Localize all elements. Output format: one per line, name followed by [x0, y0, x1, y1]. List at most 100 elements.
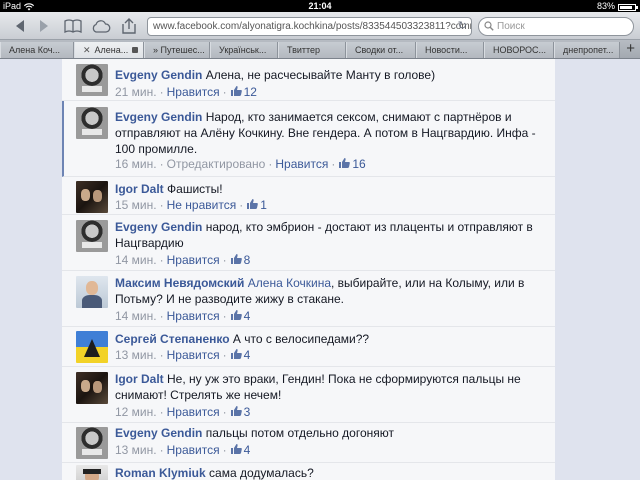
- like-link[interactable]: Нравится: [167, 348, 220, 362]
- comment-body: Roman Klymiuk сама додумалась?: [115, 465, 543, 480]
- comment-meta: 16 мин. · Отредактировано · Нравится · 16: [115, 157, 366, 171]
- tab-label: днепропет...: [563, 45, 614, 55]
- tab-8[interactable]: НОВОРОС...: [484, 42, 554, 58]
- book-icon: [64, 19, 82, 33]
- tab-6[interactable]: Сводки от...: [346, 42, 416, 58]
- lock-icon: [132, 47, 139, 53]
- close-tab-icon[interactable]: ✕: [83, 45, 91, 55]
- back-arrow-icon: [16, 20, 24, 32]
- url-field[interactable]: www.facebook.com/alyonatigra.kochkina/po…: [147, 17, 472, 36]
- avatar[interactable]: [76, 276, 108, 308]
- comment-author-link[interactable]: Максим Невядомский: [115, 276, 244, 290]
- comment-author-link[interactable]: Evgeny Gendin: [115, 220, 202, 234]
- thumbs-up-icon: [230, 444, 242, 454]
- comment: Evgeny Gendin Алена, не расчесывайте Ман…: [62, 59, 555, 101]
- status-right: 83%: [597, 0, 638, 12]
- comment: Igor Dalt Не, ну уж это враки, Гендин! П…: [62, 367, 555, 423]
- comment-time[interactable]: 16 мин.: [115, 157, 157, 171]
- tab-1[interactable]: Алена Коч...: [0, 42, 74, 58]
- likes-count[interactable]: 16: [352, 157, 365, 171]
- comment-author-link[interactable]: Evgeny Gendin: [115, 110, 202, 124]
- mention-link[interactable]: Алена Кочкина: [248, 276, 331, 290]
- comment-body: Evgeny Gendin Алена, не расчесывайте Ман…: [115, 67, 543, 83]
- avatar[interactable]: [76, 181, 108, 213]
- edited-label[interactable]: Отредактировано: [167, 157, 266, 171]
- comment: Максим Невядомский Алена Кочкина, выбира…: [62, 271, 555, 327]
- comment: Igor Dalt Фашисты! 15 мин. · Не нравится · 1: [62, 177, 555, 215]
- like-link[interactable]: Нравится: [167, 85, 220, 99]
- comment-author-link[interactable]: Evgeny Gendin: [115, 68, 202, 82]
- thumbs-up-icon: [230, 310, 242, 320]
- likes-count[interactable]: 4: [244, 309, 251, 323]
- back-button[interactable]: [10, 16, 30, 36]
- avatar[interactable]: [76, 372, 108, 404]
- avatar[interactable]: [76, 465, 108, 480]
- tab-2-active[interactable]: ✕ Алена...: [74, 42, 144, 58]
- tab-label: НОВОРОС...: [493, 45, 547, 55]
- comment-meta: 14 мин. · Нравится · 8: [115, 253, 251, 267]
- comment-body: Evgeny Gendin Народ, кто занимается секс…: [115, 109, 543, 157]
- comment-meta: 13 мин. · Нравится · 4: [115, 348, 251, 362]
- share-button[interactable]: [118, 16, 140, 36]
- comment-text: Не, ну уж это враки, Гендин! Пока не сфо…: [115, 372, 521, 402]
- bookmarks-button[interactable]: [62, 16, 84, 36]
- tab-3[interactable]: » Путешес...: [144, 42, 210, 58]
- tab-4[interactable]: Українськ...: [210, 42, 278, 58]
- likes-count[interactable]: 8: [244, 253, 251, 267]
- search-input[interactable]: Поиск: [478, 17, 634, 36]
- likes-count[interactable]: 4: [244, 348, 251, 362]
- share-icon: [122, 18, 136, 34]
- avatar[interactable]: [76, 64, 108, 96]
- like-link[interactable]: Нравится: [167, 309, 220, 323]
- comment-text: Алена, не расчесывайте Манту в голове): [205, 68, 436, 82]
- avatar[interactable]: [76, 427, 108, 459]
- tab-9[interactable]: днепропет...: [554, 42, 620, 58]
- forward-arrow-icon: [40, 20, 48, 32]
- comment-body: Evgeny Gendin пальцы потом отдельно дого…: [115, 425, 543, 441]
- avatar[interactable]: [76, 331, 108, 363]
- like-link[interactable]: Нравится: [167, 253, 220, 267]
- comment-author-link[interactable]: Сергей Степаненко: [115, 332, 230, 346]
- comment-meta: 21 мин. · Нравится · 12: [115, 85, 257, 99]
- icloud-tabs-button[interactable]: [90, 16, 112, 36]
- thumbs-up-icon: [339, 158, 351, 168]
- tab-label: Алена Коч...: [9, 45, 60, 55]
- comment-author-link[interactable]: Igor Dalt: [115, 372, 164, 386]
- tab-7[interactable]: Новости...: [416, 42, 484, 58]
- thumbs-up-icon: [230, 254, 242, 264]
- thumbs-up-icon: [247, 199, 259, 209]
- comment-time[interactable]: 12 мин.: [115, 405, 157, 419]
- comment-author-link[interactable]: Roman Klymiuk: [115, 466, 206, 480]
- comment-author-link[interactable]: Igor Dalt: [115, 182, 164, 196]
- like-link[interactable]: Нравится: [167, 405, 220, 419]
- likes-count[interactable]: 4: [244, 443, 251, 457]
- like-link[interactable]: Нравится: [275, 157, 328, 171]
- new-tab-button[interactable]: +: [626, 41, 635, 57]
- likes-count[interactable]: 12: [244, 85, 257, 99]
- like-link[interactable]: Нравится: [167, 443, 220, 457]
- comment-time[interactable]: 13 мин.: [115, 348, 157, 362]
- comment-text: сама додумалась?: [209, 466, 314, 480]
- page-background: Evgeny Gendin Алена, не расчесывайте Ман…: [0, 59, 640, 480]
- reload-icon[interactable]: ↻: [458, 18, 467, 35]
- cloud-icon: [92, 19, 111, 33]
- likes-count[interactable]: 1: [260, 198, 267, 212]
- comment-author-link[interactable]: Evgeny Gendin: [115, 426, 202, 440]
- forward-button[interactable]: [34, 16, 54, 36]
- comments-column: Evgeny Gendin Алена, не расчесывайте Ман…: [62, 59, 555, 480]
- avatar[interactable]: [76, 220, 108, 252]
- comment-time[interactable]: 14 мин.: [115, 309, 157, 323]
- status-time: 21:04: [308, 1, 332, 11]
- unlike-link[interactable]: Не нравится: [167, 198, 237, 212]
- comment-time[interactable]: 21 мин.: [115, 85, 157, 99]
- thumbs-up-icon: [230, 86, 242, 96]
- avatar[interactable]: [76, 107, 108, 139]
- tab-5[interactable]: Твиттер: [278, 42, 346, 58]
- comment-body: Igor Dalt Не, ну уж это враки, Гендин! П…: [115, 371, 543, 403]
- comment-time[interactable]: 15 мин.: [115, 198, 157, 212]
- likes-count[interactable]: 3: [244, 405, 251, 419]
- tab-label: Українськ...: [219, 45, 267, 55]
- thumbs-up-icon: [230, 406, 242, 416]
- comment-time[interactable]: 13 мин.: [115, 443, 157, 457]
- comment-time[interactable]: 14 мин.: [115, 253, 157, 267]
